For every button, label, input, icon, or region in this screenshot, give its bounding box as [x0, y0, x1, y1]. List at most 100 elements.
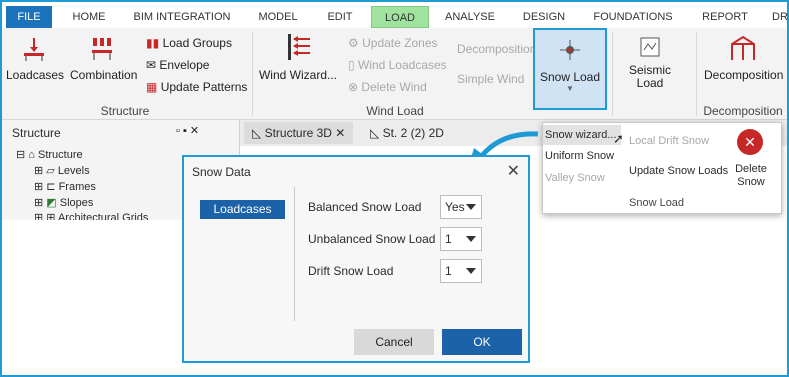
chevron-down-icon	[466, 204, 476, 210]
cancel-button[interactable]: Cancel	[354, 329, 434, 355]
tab-model[interactable]: MODEL	[252, 6, 304, 28]
chevron-down-icon	[466, 236, 476, 242]
envelope-button[interactable]: ✉ Envelope	[146, 58, 209, 72]
envelope-icon: ✉	[146, 58, 157, 72]
snow-data-dialog: Snow Data ✕ Loadcases Balanced Snow Load…	[182, 155, 530, 363]
delete-snow-button[interactable]: Delete Snow	[731, 163, 771, 189]
tab-edit[interactable]: EDIT	[318, 6, 362, 28]
select-value: 1	[445, 264, 452, 278]
tab-st2-2d[interactable]: ◺ St. 2 (2) 2D	[362, 122, 452, 144]
tree-item-label: Levels	[57, 165, 90, 177]
select-value: Yes	[445, 200, 465, 214]
tab-foundations[interactable]: FOUNDATIONS	[588, 6, 678, 28]
wind-loadcases-icon: ▯	[348, 58, 355, 72]
envelope-label: Envelope	[159, 58, 210, 72]
simple-wind-button[interactable]: Simple Wind	[457, 72, 524, 86]
decomposition-wind-button[interactable]: Decomposition	[457, 42, 536, 56]
decomposition-group-label: Decomposition	[703, 104, 783, 118]
frames-icon: ⊏	[46, 181, 56, 193]
tab-report[interactable]: REPORT	[696, 6, 754, 28]
close-icon[interactable]: ✕	[507, 161, 520, 181]
tab-bim-integration[interactable]: BIM INTEGRATION	[128, 6, 236, 28]
view-3d-icon: ◺	[252, 126, 262, 140]
load-groups-button[interactable]: ▮▮ Load Groups	[146, 36, 232, 50]
decomposition-button[interactable]: Decomposition	[704, 34, 784, 82]
snow-wizard-item[interactable]: Snow wizard...	[543, 125, 621, 145]
zones-icon: ⚙	[348, 36, 359, 50]
unbalanced-snow-select[interactable]: 1	[440, 227, 482, 251]
structure-node-icon: ⌂	[28, 149, 35, 161]
chevron-down-icon: ▼	[566, 84, 574, 93]
update-zones-button[interactable]: ⚙ Update Zones	[348, 36, 438, 50]
tab-home[interactable]: HOME	[64, 6, 114, 28]
tree-root-label: Structure	[38, 149, 83, 161]
tree-item-frames[interactable]: ⊞ ⊏ Frames	[34, 180, 96, 193]
menu-bar: FILE HOME BIM INTEGRATION MODEL EDIT LOA…	[0, 6, 789, 28]
patterns-icon: ▦	[146, 80, 158, 94]
unbalanced-snow-label: Unbalanced Snow Load	[308, 232, 436, 246]
tab-label: Structure 3D	[264, 126, 332, 140]
delete-wind-label: Delete Wind	[361, 80, 427, 94]
load-groups-icon: ▮▮	[146, 36, 160, 50]
valley-snow-item[interactable]: Valley Snow	[545, 172, 605, 184]
decomposition-label: Decomposition	[704, 68, 784, 82]
delete-wind-icon: ⊗	[348, 80, 359, 94]
drift-snow-label: Drift Snow Load	[308, 264, 394, 278]
load-groups-label: Load Groups	[162, 36, 232, 50]
structure-group-label: Structure	[100, 104, 150, 118]
view-2d-icon: ◺	[370, 126, 380, 140]
tree-item-slopes[interactable]: ⊞ ◩ Slopes	[34, 196, 93, 209]
balanced-snow-select[interactable]: Yes	[440, 195, 482, 219]
tab-dr[interactable]: DR	[768, 6, 789, 28]
chevron-down-icon	[466, 268, 476, 274]
tree-item-grids[interactable]: ⊞ ⊞ Architectural Grids	[34, 211, 148, 220]
combination-label: Combination	[70, 68, 138, 82]
grid-icon: ⊞	[46, 212, 56, 220]
wind-loadcases-button[interactable]: ▯ Wind Loadcases	[348, 58, 447, 72]
tab-analyse[interactable]: ANALYSE	[440, 6, 500, 28]
tree-item-levels[interactable]: ⊞ ▱ Levels	[34, 164, 90, 177]
ok-button[interactable]: OK	[442, 329, 522, 355]
panel-controls[interactable]: ▫ ▪ ✕	[176, 124, 199, 137]
tree-item-label: Architectural Grids	[57, 212, 149, 220]
close-icon[interactable]: ✕	[335, 126, 345, 140]
combination-button[interactable]: Combination	[70, 36, 138, 82]
drift-snow-select[interactable]: 1	[440, 259, 482, 283]
sidebar-item-loadcases[interactable]: Loadcases	[200, 200, 285, 219]
update-patterns-button[interactable]: ▦ Update Patterns	[146, 80, 247, 94]
decomposition-icon	[731, 35, 755, 60]
tab-file[interactable]: FILE	[6, 6, 52, 28]
snow-load-label: Snow Load	[539, 70, 601, 84]
snow-load-button[interactable]: Snow Load ▼	[533, 28, 607, 110]
ribbon-separator	[696, 32, 697, 116]
tab-structure-3d[interactable]: ◺ Structure 3D ✕	[244, 122, 354, 144]
loadcases-label: Loadcases	[6, 68, 65, 82]
delete-snow-icon[interactable]: ✕	[737, 129, 763, 155]
ribbon: Loadcases Combination ▮▮ Load Groups ✉ E…	[0, 28, 789, 120]
panel-title: Structure	[12, 126, 61, 140]
combination-icon	[92, 38, 112, 60]
ribbon-separator	[612, 32, 613, 116]
delete-wind-button[interactable]: ⊗ Delete Wind	[348, 80, 427, 94]
local-drift-item[interactable]: Local Drift Snow	[629, 135, 709, 147]
loadcases-icon	[24, 38, 44, 61]
wind-wizard-label: Wind Wizard...	[258, 68, 337, 82]
tab-label: St. 2 (2) 2D	[382, 126, 444, 140]
wind-group-label: Wind Load	[366, 104, 424, 118]
levels-icon: ▱	[46, 165, 55, 177]
uniform-snow-item[interactable]: Uniform Snow	[545, 150, 614, 162]
wind-wizard-button[interactable]: Wind Wizard...	[258, 32, 338, 82]
seismic-load-label: Seismic Load	[628, 63, 671, 90]
ribbon-separator	[252, 32, 253, 116]
update-zones-label: Update Zones	[362, 36, 438, 50]
tree-root[interactable]: ⊟ ⌂ Structure	[16, 148, 83, 161]
tab-load[interactable]: LOAD	[371, 6, 429, 28]
seismic-load-button[interactable]: Seismic Load	[620, 36, 680, 90]
seismic-icon	[640, 37, 660, 57]
select-value: 1	[445, 232, 452, 246]
snow-load-icon	[560, 40, 580, 60]
snow-load-dropdown: Snow wizard... ➚ Local Drift Snow Unifor…	[542, 122, 782, 214]
update-snow-loads-item[interactable]: Update Snow Loads	[629, 165, 728, 177]
loadcases-button[interactable]: Loadcases	[6, 36, 65, 82]
tab-design[interactable]: DESIGN	[516, 6, 572, 28]
